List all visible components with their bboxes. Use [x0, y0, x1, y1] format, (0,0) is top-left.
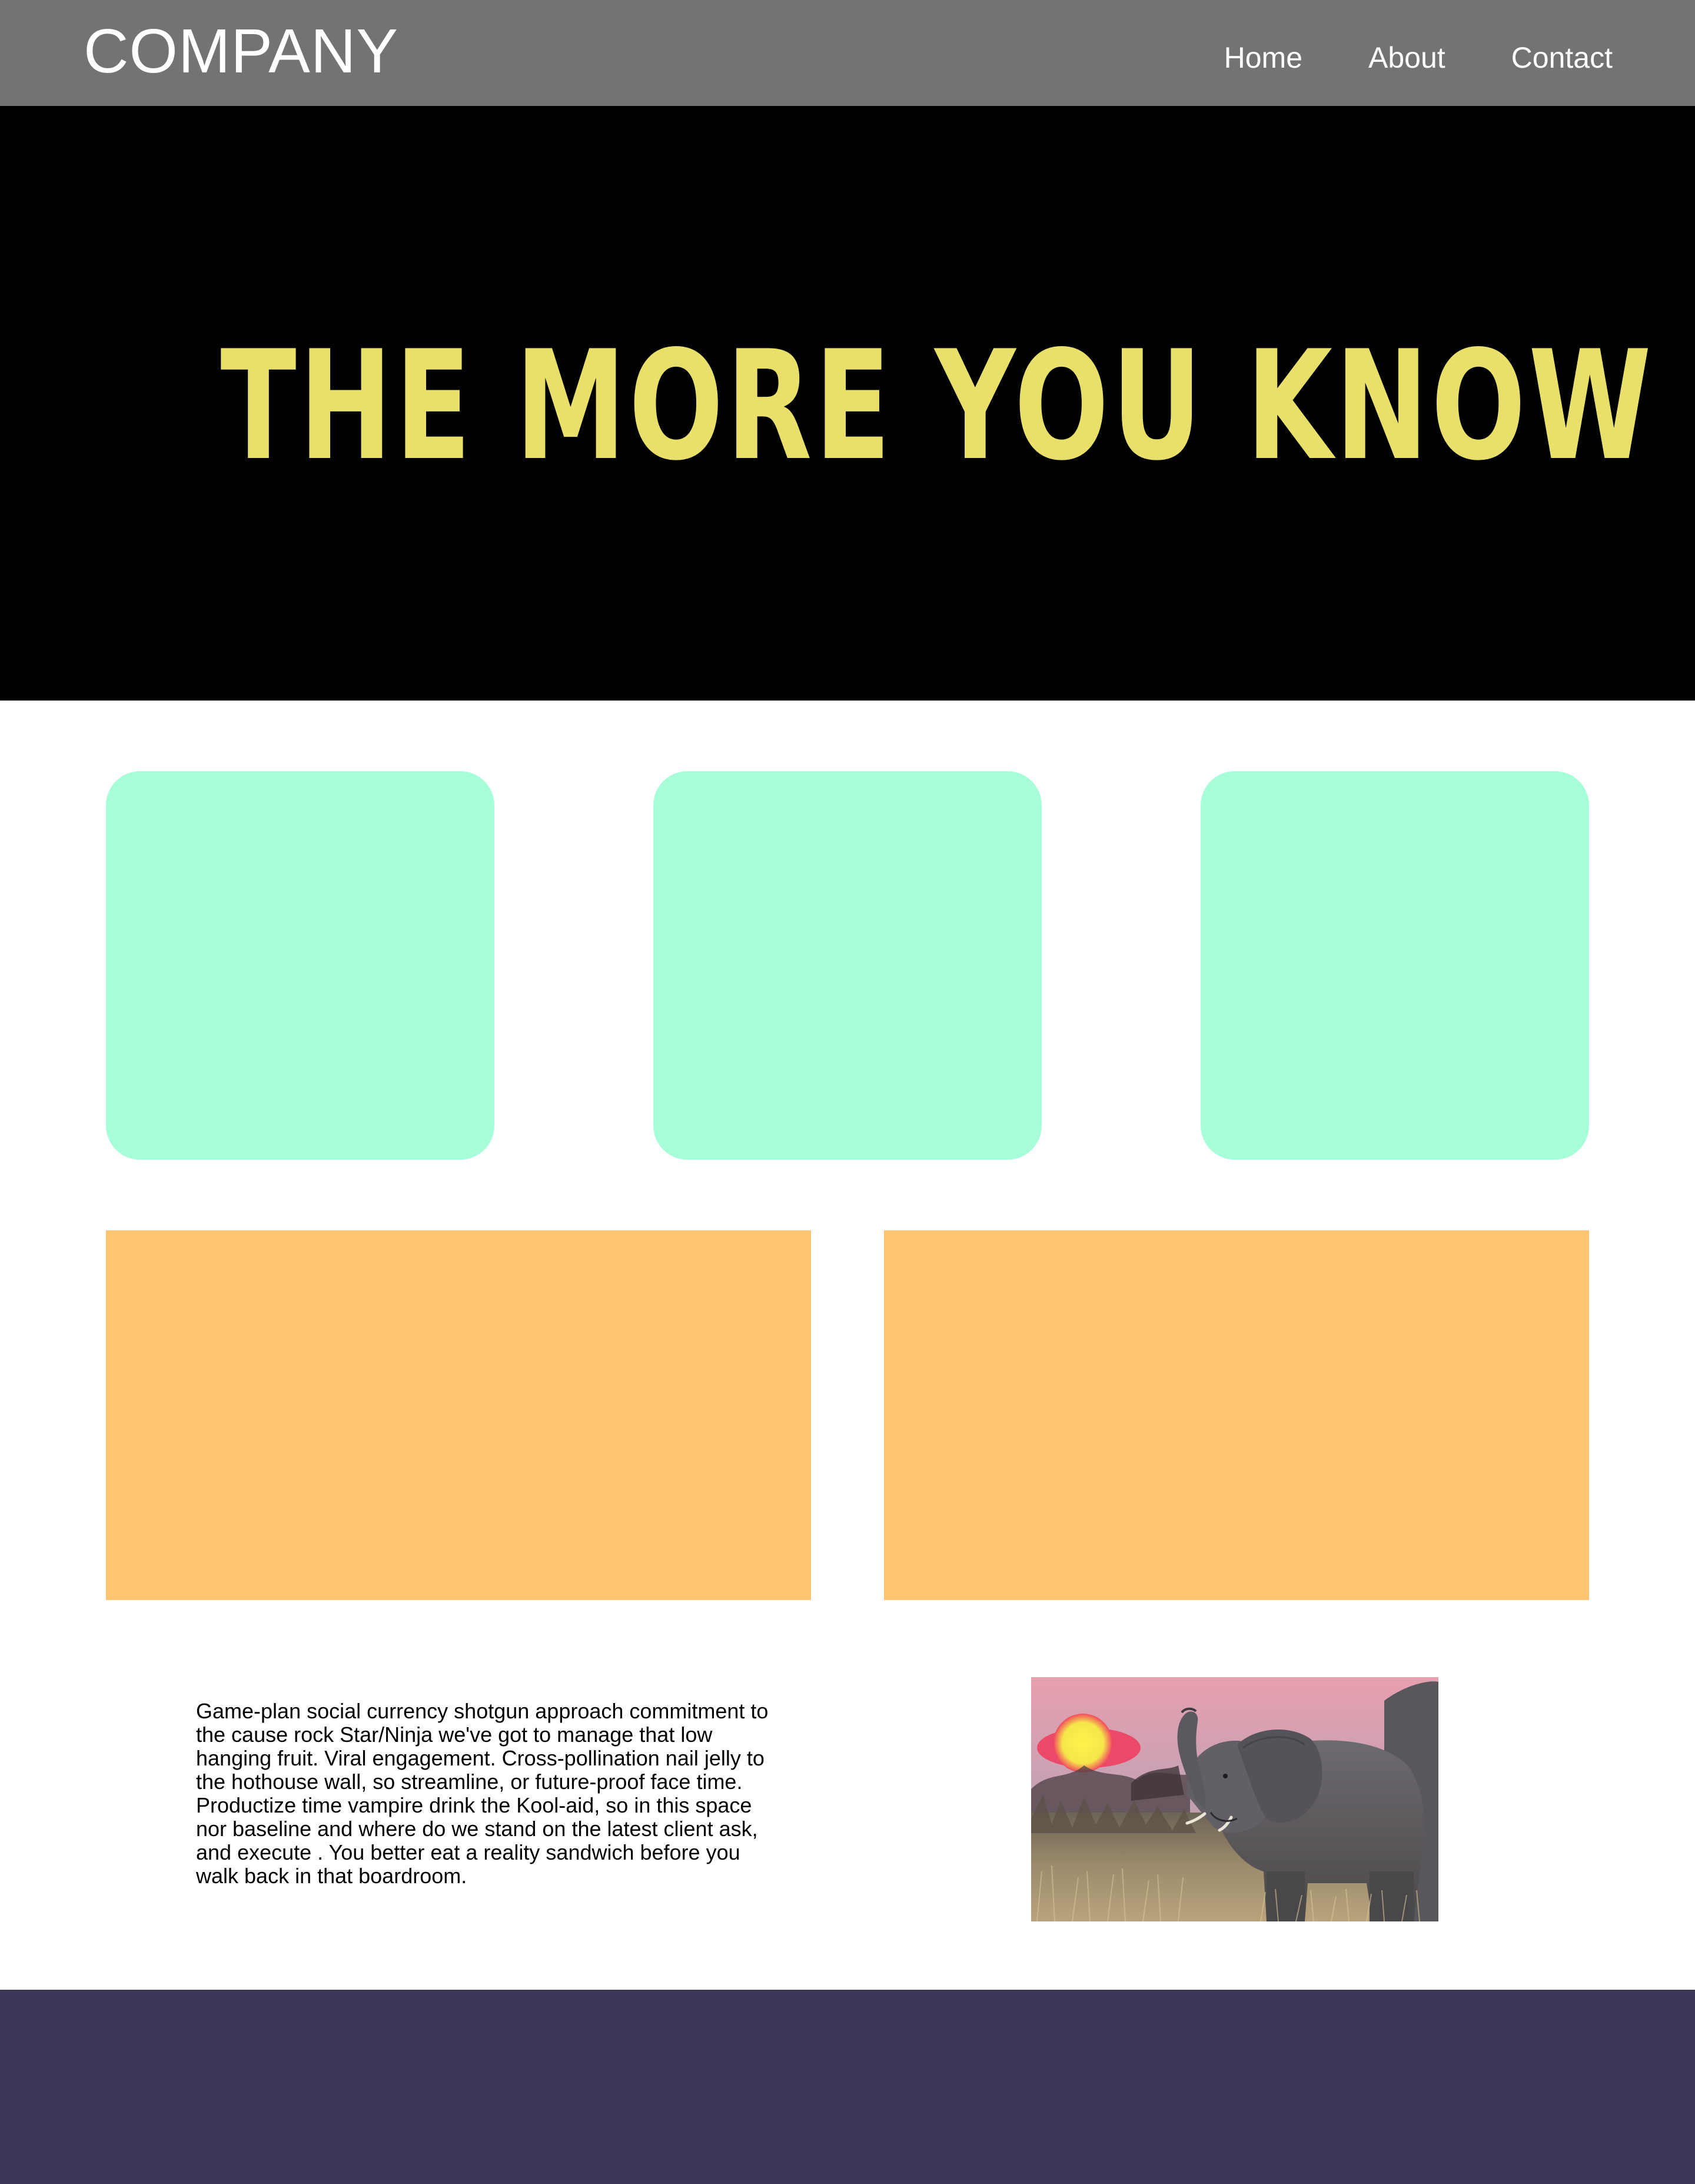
elephant-photo	[1031, 1677, 1438, 1921]
nav-link-about[interactable]: About	[1368, 34, 1445, 81]
site-header: COMPANY Home About Contact	[0, 0, 1695, 106]
feature-card-3	[1201, 771, 1589, 1160]
feature-card-1	[106, 771, 494, 1160]
content-panel-right	[884, 1230, 1589, 1600]
nav-link-contact[interactable]: Contact	[1511, 34, 1613, 81]
hero-title: THE MORE YOU KNOW	[220, 318, 1654, 494]
feature-card-2	[653, 771, 1042, 1160]
main-nav: Home About Contact	[1158, 34, 1613, 81]
content-panel-left	[106, 1230, 811, 1600]
site-footer	[0, 1990, 1695, 2184]
body-paragraph: Game-plan social currency shotgun approa…	[196, 1699, 769, 1888]
hero-banner: THE MORE YOU KNOW	[0, 106, 1695, 701]
nav-link-home[interactable]: Home	[1224, 34, 1302, 81]
company-logo[interactable]: COMPANY	[84, 13, 398, 89]
